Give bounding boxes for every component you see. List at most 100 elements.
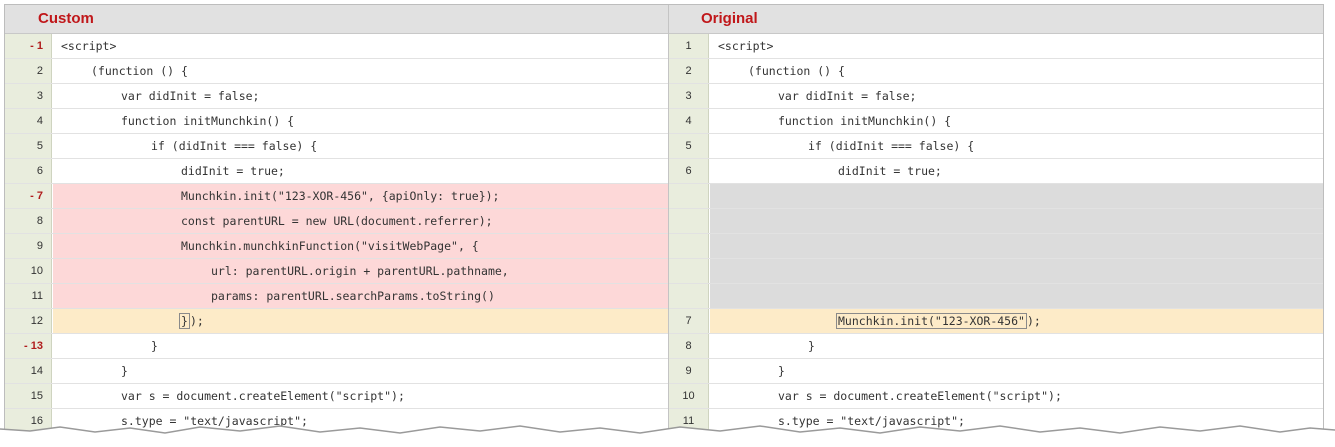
original-code-text: } [808,339,815,353]
original-line: 1 <script> [669,34,1323,59]
original-line: 4 function initMunchkin() { [669,109,1323,134]
custom-code-text: <script> [61,39,117,53]
custom-line-number: 14 [5,359,52,383]
custom-code-text: }); [61,309,668,333]
original-line-number: 4 [669,109,709,133]
original-code-lines: 1 <script> 2 (function () { 3 var didInit = f… [669,34,1323,434]
original-line: 8} [669,334,1323,359]
original-line-number [669,209,709,233]
custom-code-lines: - 1 <script> 2 (function () { 3 var didInit =… [5,34,668,434]
custom-pane-title: Custom [38,10,94,27]
original-code-text: <script> [718,39,774,53]
custom-line: - 13} [5,334,668,359]
custom-code-text: url: parentURL.origin + parentURL.pathna… [211,264,509,278]
original-line: 3 var didInit = false; [669,84,1323,109]
custom-code-text: } [151,339,158,353]
custom-changed-span: } [179,313,190,329]
original-line-number: 9 [669,359,709,383]
original-line-background [710,234,1323,258]
original-line: 5 if (didInit === false) { [669,134,1323,159]
custom-line-number: - 13 [5,334,52,358]
original-code-text: if (didInit === false) { [808,139,975,153]
original-code-text: var didInit = false; [778,89,917,103]
original-line-background [710,209,1323,233]
original-line-number: 8 [669,334,709,358]
custom-line-number: 15 [5,384,52,408]
custom-code-text: Munchkin.munchkinFunction("visitWebPage"… [181,239,479,253]
custom-line: 11 params: parentURL.searchParams.toStrin… [5,284,668,309]
custom-line-number: 12 [5,309,52,333]
custom-line-number: - 1 [5,34,52,58]
original-line: 10 var s = document.createElement("script… [669,384,1323,409]
custom-line-number: 10 [5,259,52,283]
custom-line: - 1 <script> [5,34,668,59]
diff-viewer: Custom - 1 <script> 2 (function () { 3 var di… [4,4,1324,446]
custom-line: 6 didInit = true; [5,159,668,184]
custom-line-number: 4 [5,109,52,133]
custom-line-number: 8 [5,209,52,233]
original-code-text: (function () { [748,64,845,78]
custom-pane-header: Custom [5,5,668,34]
torn-edge-decoration [0,425,1335,447]
custom-line-number: 6 [5,159,52,183]
original-line-number: 6 [669,159,709,183]
custom-code-text: var s = document.createElement("script")… [121,389,405,403]
custom-line: 15 var s = document.createElement("script… [5,384,668,409]
original-line: 6 didInit = true; [669,159,1323,184]
custom-line-number: 3 [5,84,52,108]
original-line: 7 Munchkin.init("123-XOR-456"); [669,309,1323,334]
original-line-number: 1 [669,34,709,58]
custom-line: 2 (function () { [5,59,668,84]
custom-line: 8 const parentURL = new URL(document.refe… [5,209,668,234]
original-line-number: 10 [669,384,709,408]
custom-code-text: didInit = true; [181,164,285,178]
custom-line: 9 Munchkin.munchkinFunction("visitWebPage… [5,234,668,259]
original-line-number [669,259,709,283]
original-line-background [710,184,1323,208]
custom-line-number: - 7 [5,184,52,208]
original-pane-title: Original [701,10,758,27]
custom-line-number: 2 [5,59,52,83]
original-line [669,284,1323,309]
custom-line: - 7 Munchkin.init("123-XOR-456", {apiOnly… [5,184,668,209]
custom-line: 14} [5,359,668,384]
custom-code-text: } [121,364,128,378]
custom-pane: Custom - 1 <script> 2 (function () { 3 var di… [5,5,669,445]
custom-code-text: Munchkin.init("123-XOR-456", {apiOnly: t… [181,189,500,203]
custom-code-text: const parentURL = new URL(document.refer… [181,214,493,228]
original-line-number: 7 [669,309,709,333]
custom-code-text: if (didInit === false) { [151,139,318,153]
original-line [669,234,1323,259]
custom-code-text: var didInit = false; [121,89,260,103]
original-code-text: function initMunchkin() { [778,114,952,128]
original-line [669,259,1323,284]
custom-line: 10 url: parentURL.origin + parentURL.path… [5,259,668,284]
custom-line-number: 5 [5,134,52,158]
original-line-number [669,234,709,258]
custom-code-text: params: parentURL.searchParams.toString(… [211,289,495,303]
custom-line: 4 function initMunchkin() { [5,109,668,134]
custom-code-text: (function () { [91,64,188,78]
custom-line-number: 11 [5,284,52,308]
custom-line-number: 9 [5,234,52,258]
original-line: 9} [669,359,1323,384]
original-code-rest: ); [1026,314,1041,328]
original-line [669,209,1323,234]
original-line-number: 5 [669,134,709,158]
original-code-text: } [778,364,785,378]
original-line [669,184,1323,209]
original-code-text: didInit = true; [838,164,942,178]
original-line: 2 (function () { [669,59,1323,84]
original-line-number: 3 [669,84,709,108]
original-changed-span: Munchkin.init("123-XOR-456" [836,313,1027,329]
original-line-number [669,284,709,308]
original-line-number [669,184,709,208]
original-code-text: var s = document.createElement("script")… [778,389,1062,403]
original-line-background [710,259,1323,283]
custom-line: 12}); [5,309,668,334]
original-line-number: 2 [669,59,709,83]
original-line-background [710,284,1323,308]
original-pane-header: Original [669,5,1323,34]
custom-code-rest: ); [189,314,204,328]
custom-line: 3 var didInit = false; [5,84,668,109]
